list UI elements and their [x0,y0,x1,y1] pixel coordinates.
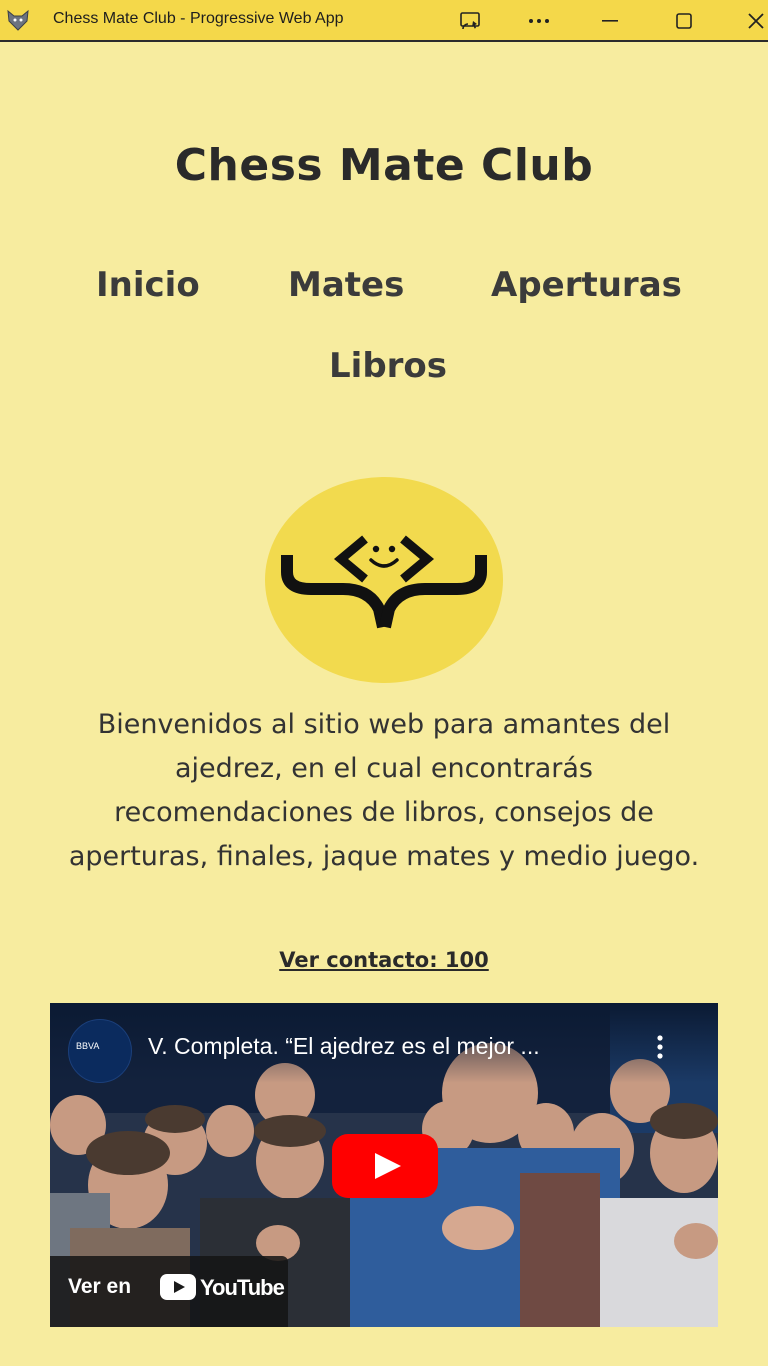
channel-avatar[interactable]: BBVA [68,1019,132,1083]
more-options-button[interactable] [521,6,557,36]
maximize-button[interactable] [666,6,702,36]
watch-on-youtube-button[interactable]: Ver en YouTube [50,1256,288,1327]
video-more-icon[interactable] [650,1033,670,1061]
channel-avatar-text: BBVA [76,1041,100,1051]
minimize-button[interactable] [592,6,628,36]
nav-link-mates[interactable]: Mates [288,265,404,305]
youtube-video-embed[interactable]: BBVA V. Completa. “El ajedrez es el mejo… [50,1003,718,1327]
site-title: Chess Mate Club [174,140,594,191]
cast-icon [460,12,480,30]
cast-button[interactable] [453,6,489,36]
maximize-icon [676,13,692,29]
more-options-icon [529,19,549,23]
close-button[interactable] [738,6,768,36]
play-button-icon[interactable] [332,1134,438,1198]
nav-link-inicio[interactable]: Inicio [96,265,200,305]
watch-on-label: Ver en [68,1275,132,1298]
close-icon [748,13,764,29]
youtube-logo-icon [160,1274,196,1300]
intro-paragraph: Bienvenidos al sitio web para amantes de… [68,709,700,872]
youtube-brand-text: YouTube [200,1275,285,1300]
nav-link-libros[interactable]: Libros [329,346,447,386]
window-titlebar: Chess Mate Club - Progressive Web App [0,0,768,42]
video-title[interactable]: V. Completa. “El ajedrez es el mejor ... [148,1033,540,1060]
nav-link-aperturas[interactable]: Aperturas [491,265,682,305]
code-reader-logo-icon [265,477,503,683]
app-wolf-icon [7,9,29,31]
contact-link[interactable]: Ver contacto: 100 [0,948,768,972]
window-title: Chess Mate Club - Progressive Web App [53,10,344,27]
minimize-icon [602,20,618,22]
